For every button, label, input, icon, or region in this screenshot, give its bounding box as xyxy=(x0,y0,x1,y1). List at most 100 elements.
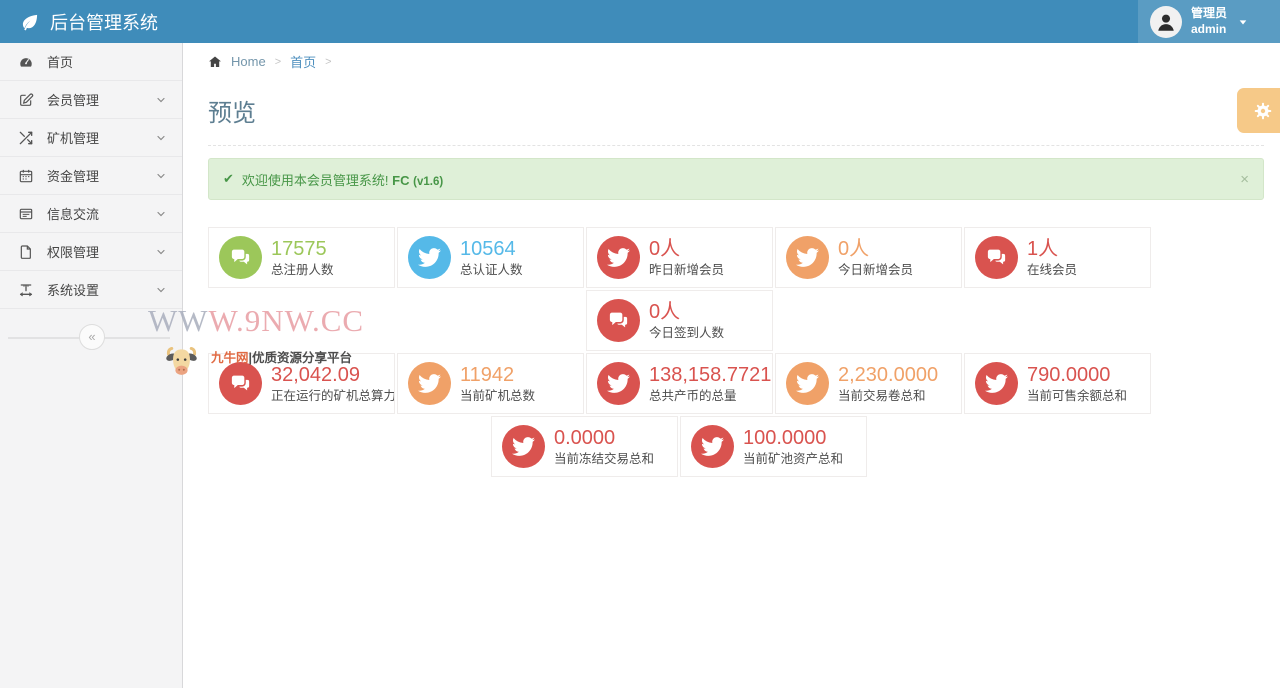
chevron-down-icon xyxy=(155,246,167,258)
newspaper-icon xyxy=(18,206,34,222)
file-icon xyxy=(18,244,34,260)
stat-value: 1人 xyxy=(1027,239,1077,259)
sidebar-item-label: 会员管理 xyxy=(47,90,99,109)
sidebar-item-2[interactable]: 矿机管理 xyxy=(0,119,182,157)
stat-card: 0.0000 当前冻结交易总和 xyxy=(491,416,678,477)
stat-card: 17575总注册人数 xyxy=(208,227,395,288)
check-icon: ✔ xyxy=(223,171,234,187)
chevron-down-icon xyxy=(155,132,167,144)
stat-value: 790.0000 xyxy=(1027,365,1127,385)
stat-card: 0人昨日新增会员 xyxy=(586,227,773,288)
stat-label: 当前矿机总数 xyxy=(460,390,535,403)
twitter-icon xyxy=(786,362,829,405)
stat-value: 138,158.7721 xyxy=(649,365,771,385)
stat-value: 100.0000 xyxy=(743,428,843,448)
stat-card: 32,042.09 正在运行的矿机总算力 xyxy=(208,353,395,414)
stat-label: 当前可售余额总和 xyxy=(1027,390,1127,403)
dashboard-icon xyxy=(18,54,34,70)
gear-icon xyxy=(1252,100,1274,122)
stat-label: 正在运行的矿机总算力 xyxy=(271,390,394,403)
edit-icon xyxy=(18,92,34,108)
twitter-icon xyxy=(597,362,640,405)
comments-icon xyxy=(597,299,640,342)
stat-value: 0人 xyxy=(838,239,913,259)
stat-label: 今日新增会员 xyxy=(838,264,913,277)
leaf-icon xyxy=(20,12,40,32)
user-name: admin xyxy=(1191,22,1227,38)
app-title: 后台管理系统 xyxy=(50,9,158,35)
sidebar-menu: 首页会员管理矿机管理资金管理信息交流权限管理系统设置 xyxy=(0,43,182,309)
user-role: 管理员 xyxy=(1191,6,1227,22)
alert-message: 欢迎使用本会员管理系统! FC (v1.6) xyxy=(242,170,443,189)
stat-card: 138,158.7721 总共产币的总量 xyxy=(586,353,773,414)
chevron-down-icon xyxy=(155,94,167,106)
breadcrumb-link-page[interactable]: 首页 xyxy=(290,52,316,71)
breadcrumb-separator: > xyxy=(275,56,281,68)
twitter-icon xyxy=(786,236,829,279)
text-width-icon xyxy=(18,282,34,298)
welcome-alert: ✔ 欢迎使用本会员管理系统! FC (v1.6) × xyxy=(208,158,1264,200)
shuffle-icon xyxy=(18,130,34,146)
stat-label: 当前交易卷总和 xyxy=(838,390,938,403)
user-menu[interactable]: 管理员 admin xyxy=(1138,0,1280,43)
sidebar-item-4[interactable]: 信息交流 xyxy=(0,195,182,233)
stat-row: 32,042.09正在运行的矿机总算力11942当前矿机总数138,158.77… xyxy=(208,353,1280,414)
comments-icon xyxy=(975,236,1018,279)
sidebar-item-3[interactable]: 资金管理 xyxy=(0,157,182,195)
stat-label: 在线会员 xyxy=(1027,264,1077,277)
settings-button[interactable] xyxy=(1237,88,1280,133)
stat-label: 总认证人数 xyxy=(460,264,523,277)
stat-card: 11942当前矿机总数 xyxy=(397,353,584,414)
sidebar-item-1[interactable]: 会员管理 xyxy=(0,81,182,119)
chevron-down-icon xyxy=(155,208,167,220)
alert-close-button[interactable]: × xyxy=(1240,171,1249,188)
content-header: 预览 xyxy=(184,80,1280,128)
page-title: 预览 xyxy=(208,93,1280,128)
caret-down-icon xyxy=(1238,17,1248,27)
comments-icon xyxy=(219,236,262,279)
stat-card: 0人今日新增会员 xyxy=(775,227,962,288)
sidebar-item-label: 信息交流 xyxy=(47,204,99,223)
sidebar-item-0[interactable]: 首页 xyxy=(0,43,182,81)
stat-card: 1人在线会员 xyxy=(964,227,1151,288)
home-icon xyxy=(208,55,222,69)
stat-value: 17575 xyxy=(271,239,334,259)
sidebar: 首页会员管理矿机管理资金管理信息交流权限管理系统设置 « xyxy=(0,43,183,688)
stat-label: 当前冻结交易总和 xyxy=(554,453,654,466)
sidebar-item-6[interactable]: 系统设置 xyxy=(0,271,182,309)
stat-value: 0人 xyxy=(649,302,724,322)
stat-label: 总共产币的总量 xyxy=(649,390,771,403)
stat-card: 0人今日签到人数 xyxy=(586,290,773,351)
stat-card: 100.0000 当前矿池资产总和 xyxy=(680,416,867,477)
calendar-icon xyxy=(18,168,34,184)
stat-value: 10564 xyxy=(460,239,523,259)
sidebar-item-label: 首页 xyxy=(47,52,73,71)
comments-icon xyxy=(219,362,262,405)
stat-value: 0人 xyxy=(649,239,724,259)
sidebar-collapse-button[interactable]: « xyxy=(79,324,105,350)
section-divider xyxy=(208,145,1264,146)
stat-label: 昨日新增会员 xyxy=(649,264,724,277)
twitter-icon xyxy=(691,425,734,468)
breadcrumb: Home > 首页 > xyxy=(184,43,1280,80)
breadcrumb-separator: > xyxy=(325,56,331,68)
sidebar-item-label: 资金管理 xyxy=(47,166,99,185)
stat-label: 当前矿池资产总和 xyxy=(743,453,843,466)
stat-value: 2,230.0000 xyxy=(838,365,938,385)
stat-value: 0.0000 xyxy=(554,428,654,448)
stat-card: 2,230.0000 当前交易卷总和 xyxy=(775,353,962,414)
stat-value: 32,042.09 xyxy=(271,365,394,385)
main-content: Home > 首页 > 预览 xyxy=(184,43,1280,688)
sidebar-item-label: 系统设置 xyxy=(47,280,99,299)
twitter-icon xyxy=(408,236,451,279)
sidebar-item-label: 矿机管理 xyxy=(47,128,99,147)
breadcrumb-link-home[interactable]: Home xyxy=(231,54,266,69)
sidebar-item-label: 权限管理 xyxy=(47,242,99,261)
twitter-icon xyxy=(597,236,640,279)
sidebar-item-5[interactable]: 权限管理 xyxy=(0,233,182,271)
twitter-icon xyxy=(408,362,451,405)
stat-card: 790.0000 当前可售余额总和 xyxy=(964,353,1151,414)
app-logo[interactable]: 后台管理系统 xyxy=(20,0,158,43)
app-header: 后台管理系统 管理员 admin xyxy=(0,0,1280,43)
avatar xyxy=(1150,6,1182,38)
